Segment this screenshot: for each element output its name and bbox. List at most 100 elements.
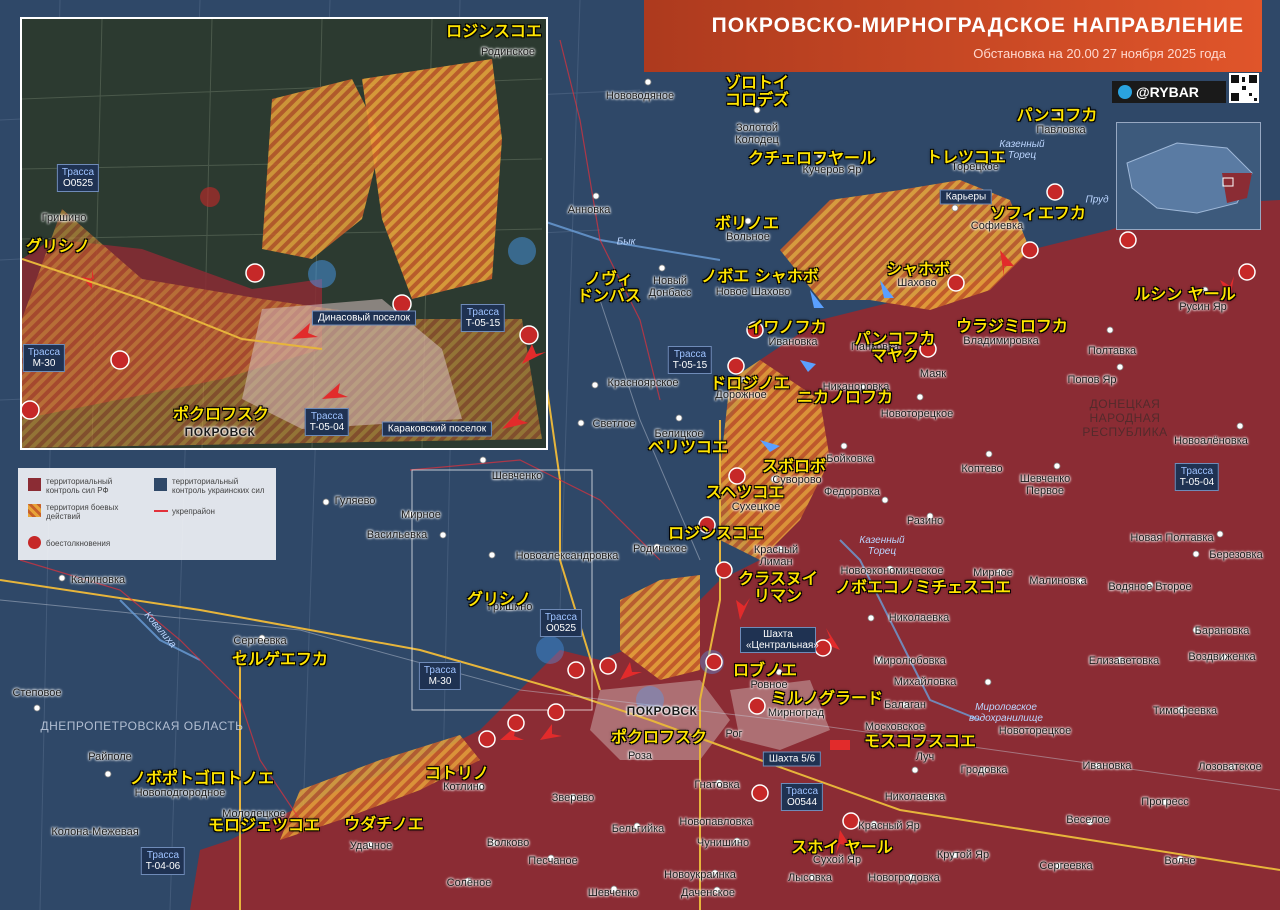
place-elizavetovka: Елизаветовка <box>1088 655 1160 667</box>
place-rog: Рог <box>725 728 743 740</box>
jp-nikanorovka: ニカノロフカ <box>796 387 894 407</box>
place-dachenskoe: Даченское <box>681 887 735 899</box>
place-kotlino: Котлино <box>443 781 485 793</box>
clash-marker-icon <box>507 714 525 732</box>
legend-clashes: боестолкновения <box>46 539 111 548</box>
jp-mirnograd: ミルノグラード <box>770 688 884 708</box>
place-mirnograd: Мирноград <box>767 707 825 719</box>
jp-pankofka: パンコフカ <box>1016 105 1098 125</box>
inset-road-t0504: Трасса T-05-04 <box>304 408 350 436</box>
inset-road-o0525: Трасса O0525 <box>56 164 100 192</box>
place-novogrodovka: Новогродовка <box>868 872 940 884</box>
place-shakhovo: Шахово <box>897 277 937 289</box>
place-novoe-shakhovo: Новое Шахово <box>715 286 791 298</box>
legend-swatch-ru <box>28 478 41 491</box>
place-sergeevka-s: Сергеевка <box>1039 860 1093 872</box>
place-volche: Волче <box>1164 855 1196 867</box>
water-kazenny-torets-mid: Казенный Торец <box>859 535 905 557</box>
place-gnatovka: Гнатовка <box>694 779 740 791</box>
legend-clash-icon <box>28 536 41 549</box>
clash-marker-icon <box>245 263 265 283</box>
place-novovodyanoe: Нововодяное <box>605 90 675 102</box>
place-vodyanoe-vtoroe: Водяное Второе <box>1108 581 1192 593</box>
inset-place-grishino: Гришино <box>41 212 87 224</box>
legend-ru-control: территориальный контроль сил РФ <box>46 477 113 495</box>
place-krutoy-yar: Крутой Яр <box>936 849 990 861</box>
jp-kotlino: コトリノ <box>424 763 490 783</box>
inset-jp-grishino: グリシノ <box>25 236 91 256</box>
place-balagan: Балаган <box>884 699 926 711</box>
place-mikhaylovka: Михайловка <box>893 676 957 688</box>
place-novy-donbass: Новый Донбасс <box>648 275 692 299</box>
clash-marker-icon <box>110 350 130 370</box>
place-novotoretskoe-s: Новоторецкое <box>998 725 1072 737</box>
jp-belitskoe: ベリツコエ <box>647 437 729 457</box>
legend-swatch-fortified <box>154 510 168 512</box>
place-veseloe: Веселое <box>1066 814 1110 826</box>
legend-ua-control: территориальный контроль украинских сил <box>172 477 265 495</box>
telegram-icon <box>1118 85 1132 99</box>
place-ivanovka-s: Ивановка <box>1082 760 1132 772</box>
road-t0504: Трасса T-05-04 <box>1174 463 1220 491</box>
water-prud: Пруд <box>1085 194 1109 206</box>
place-krasny-liman: Красный Лиман <box>753 544 799 568</box>
inset-road-m30: Трасса M-30 <box>22 344 66 372</box>
place-krasnoyarskoe: Красноярское <box>607 377 679 389</box>
place-vozdvizhenka: Воздвиженка <box>1188 651 1256 663</box>
legend-swatch-ua <box>154 478 167 491</box>
place-novoalenovka: Новоалёновка <box>1174 435 1248 447</box>
road-t0515: Трасса T-05-15 <box>667 346 713 374</box>
inset-landmark-dinas: Динасовый поселок <box>311 310 417 326</box>
jp-dorozhnoe: ドロジノエ <box>710 373 790 393</box>
clash-marker-icon <box>705 653 723 671</box>
water-byk: Бык <box>616 236 636 248</box>
clash-marker-icon <box>947 274 965 292</box>
jp-vladimirovka: ウラジミロフカ <box>956 316 1068 336</box>
place-kalinovka: Калиновка <box>70 574 126 586</box>
place-timofeevka: Тимофеевка <box>1152 705 1218 717</box>
place-annovka: Анновка <box>567 204 611 216</box>
place-kopteva: Коптево <box>961 463 1003 475</box>
jp-krasny-liman: クラスヌイ リマン <box>738 569 818 605</box>
map-title: ПОКРОВСКО-МИРНОГРАДСКОЕ НАПРАВЛЕНИЕ <box>711 14 1244 37</box>
jp-sergeevka: セルゲエフカ <box>231 649 329 669</box>
jp-molodets: モロジェツコエ <box>207 815 321 835</box>
inset-place-pokrovsk: ПОКРОВСК <box>184 425 256 439</box>
clash-marker-icon <box>599 657 617 675</box>
road-m30: Трасса M-30 <box>418 662 462 690</box>
place-roza: Роза <box>627 750 653 762</box>
water-reservoir: Мироловское водохранилище <box>969 702 1043 724</box>
place-mirnoe-w: Мирное <box>401 509 441 521</box>
jp-sukhoy-yar: スホイ ヤール <box>791 837 893 857</box>
place-popov-yar: Попов Яр <box>1067 374 1117 386</box>
clash-marker-icon <box>567 661 585 679</box>
place-novoaleksandrovka: Новоалександровка <box>515 550 619 562</box>
road-t0406: Трасса T-04-06 <box>140 847 186 875</box>
place-krasny-yar: Красный Яр <box>858 820 920 832</box>
clash-marker-icon <box>715 561 733 579</box>
brand-label: @RYBAR <box>1136 84 1199 100</box>
place-stepovoe: Степовое <box>12 687 62 699</box>
overview-inset-map <box>1116 122 1261 230</box>
place-luch: Луч <box>915 751 935 763</box>
jp-rovnoe: ロブノエ <box>732 660 798 680</box>
place-novopavlovka: Новопавловка <box>679 816 753 828</box>
jp-novy-donbass: ノヴィ ドンバス <box>576 269 642 305</box>
place-zolotoy-kolodets: Золотой Колодец <box>735 122 779 146</box>
inset-landmark-karak: Караковский поселок <box>381 421 493 437</box>
place-volkovo: Волково <box>486 837 530 849</box>
place-novoukrainka: Новоукраинка <box>664 869 736 881</box>
jp-grishino: グリシノ <box>466 589 532 609</box>
inset-place-rodinskoe: Родинское <box>480 46 536 58</box>
jp-sofievka: ソフィエフカ <box>990 203 1086 223</box>
place-peschanoe: Песчаное <box>528 855 578 867</box>
place-poltavka: Полтавка <box>1087 345 1137 357</box>
place-novotoretskoe: Новоторецкое <box>880 408 954 420</box>
place-kolona-mezhevaya: Колона-Межевая <box>51 826 139 838</box>
place-razino: Разино <box>906 515 944 527</box>
place-baranovka: Барановка <box>1194 625 1250 637</box>
inset-road-t0515: Трасса T-05-15 <box>460 304 506 332</box>
jp-suvorovo: スボロボ <box>761 456 827 476</box>
place-fedorovka: Федоровка <box>823 486 881 498</box>
legend-fortified: укрепрайон <box>172 507 215 516</box>
